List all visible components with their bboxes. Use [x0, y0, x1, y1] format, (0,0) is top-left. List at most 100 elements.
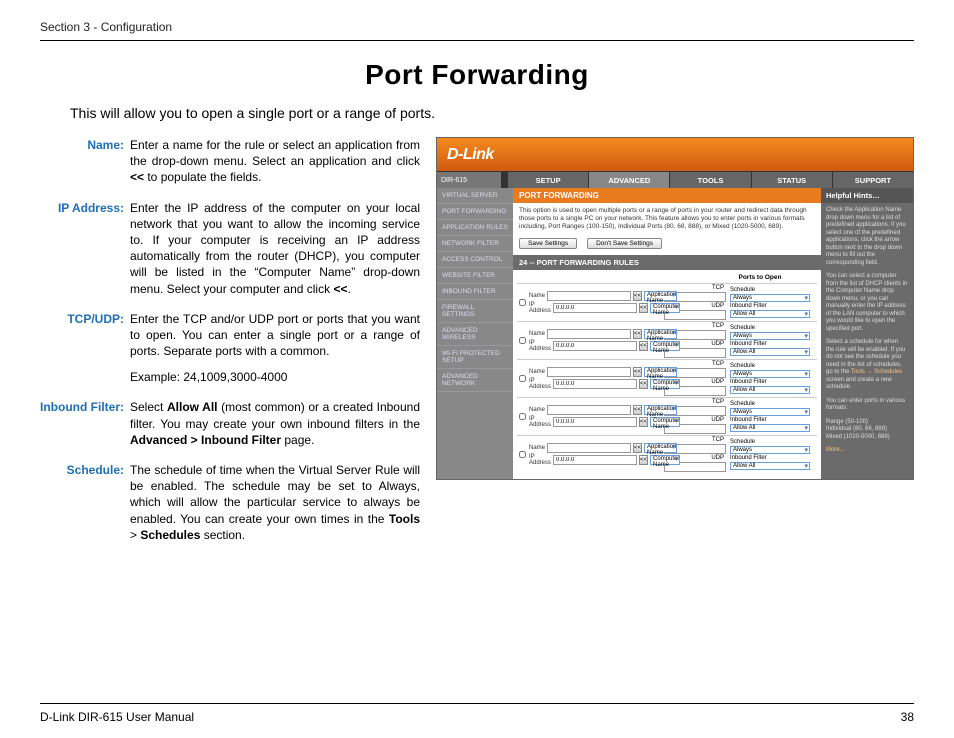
sidebar-item-inbound-filter[interactable]: INBOUND FILTER: [437, 284, 513, 300]
rule-enable-checkbox[interactable]: [519, 299, 526, 306]
rule-ip-input[interactable]: [553, 341, 637, 351]
rule-ip-input[interactable]: [553, 303, 637, 313]
sidebar-item-advanced-wireless[interactable]: ADVANCED WIRELESS: [437, 323, 513, 346]
comp-copy-button[interactable]: <<: [639, 455, 648, 465]
computer-name-select[interactable]: Computer Name: [650, 455, 680, 465]
application-name-select[interactable]: Application Name: [644, 329, 677, 339]
rule-ip-input[interactable]: [553, 455, 637, 465]
computer-name-select[interactable]: Computer Name: [650, 341, 680, 351]
ip-label: IP Address: [529, 378, 551, 390]
computer-name-select[interactable]: Computer Name: [650, 303, 680, 313]
ss-body: VIRTUAL SERVERPORT FORWARDINGAPPLICATION…: [437, 188, 913, 479]
rule-enable-checkbox[interactable]: [519, 451, 526, 458]
page-title: Port Forwarding: [40, 59, 914, 91]
application-name-select[interactable]: Application Name: [644, 367, 677, 377]
hints-p3: Select a schedule for when the rule will…: [826, 339, 908, 392]
save-settings-button[interactable]: Save Settings: [519, 238, 577, 249]
hints-p4: You can enter ports in various formats:: [826, 398, 908, 413]
inbound-filter-select[interactable]: Allow All: [730, 386, 810, 394]
page-footer: D-Link DIR-615 User Manual 38: [40, 703, 914, 724]
rule-row: Name<<Application NameIP Address<<Comput…: [517, 283, 817, 321]
rule-name-input[interactable]: [547, 405, 631, 415]
hints-body: Check the Application Name drop down men…: [821, 203, 913, 465]
inbound-filter-select[interactable]: Allow All: [730, 424, 810, 432]
rule-enable-checkbox[interactable]: [519, 375, 526, 382]
rule-name-input[interactable]: [547, 291, 631, 301]
rule-name-input[interactable]: [547, 443, 631, 453]
computer-name-select[interactable]: Computer Name: [650, 417, 680, 427]
schedule-select[interactable]: Always: [730, 332, 810, 340]
sidebar-item-virtual-server[interactable]: VIRTUAL SERVER: [437, 188, 513, 204]
schedule-select[interactable]: Always: [730, 370, 810, 378]
comp-copy-button[interactable]: <<: [639, 341, 648, 351]
sidebar-item-advanced-network[interactable]: ADVANCED NETWORK: [437, 369, 513, 392]
def-tcpudp-body: Enter the TCP and/or UDP port or ports t…: [130, 311, 420, 386]
hints-title: Helpful Hints…: [821, 188, 913, 203]
schedule-select[interactable]: Always: [730, 294, 810, 302]
tab-setup[interactable]: SETUP: [507, 172, 588, 188]
rule-ip-input[interactable]: [553, 379, 637, 389]
comp-copy-button[interactable]: <<: [639, 379, 648, 389]
panel-title: PORT FORWARDING: [513, 188, 821, 203]
name-label: Name: [529, 369, 545, 375]
sidebar-item-access-control[interactable]: ACCESS CONTROL: [437, 252, 513, 268]
def-name-body: Enter a name for the rule or select an a…: [130, 137, 420, 186]
inbound-filter-select[interactable]: Allow All: [730, 310, 810, 318]
router-screenshot: D-Link DIR-615 SETUPADVANCEDTOOLSSTATUSS…: [436, 137, 914, 480]
model-label: DIR-615: [437, 172, 507, 188]
sidebar-item-firewall-settings[interactable]: FIREWALL SETTINGS: [437, 300, 513, 323]
dlink-logo: D-Link: [447, 146, 494, 164]
application-name-select[interactable]: Application Name: [644, 405, 677, 415]
def-inbound-body: Select Allow All (most common) or a crea…: [130, 399, 420, 448]
ip-label: IP Address: [529, 340, 551, 352]
tab-support[interactable]: SUPPORT: [832, 172, 913, 188]
name-label: Name: [529, 331, 545, 337]
tools-schedules-link[interactable]: Tools → Schedules: [851, 369, 902, 375]
inbound-filter-select[interactable]: Allow All: [730, 348, 810, 356]
tab-tools[interactable]: TOOLS: [669, 172, 750, 188]
sidebar-item-application-rules[interactable]: APPLICATION RULES: [437, 220, 513, 236]
dont-save-settings-button[interactable]: Don't Save Settings: [587, 238, 662, 249]
rule-enable-checkbox[interactable]: [519, 413, 526, 420]
app-copy-button[interactable]: <<: [633, 405, 642, 415]
inbound-filter-label: Inbound Filter: [730, 379, 810, 385]
sidebar-item-website-filter[interactable]: WEBSITE FILTER: [437, 268, 513, 284]
def-schedule: Schedule: The schedule of time when the …: [40, 462, 420, 543]
ss-header: D-Link: [437, 138, 913, 172]
name-label: Name: [529, 407, 545, 413]
def-inbound-label: Inbound Filter:: [40, 399, 130, 448]
schedule-select[interactable]: Always: [730, 446, 810, 454]
def-schedule-body: The schedule of time when the Virtual Se…: [130, 462, 420, 543]
rule-enable-checkbox[interactable]: [519, 337, 526, 344]
sidebar-item-port-forwarding[interactable]: PORT FORWARDING: [437, 204, 513, 220]
sidebar-item-network-filter[interactable]: NETWORK FILTER: [437, 236, 513, 252]
tab-status[interactable]: STATUS: [751, 172, 832, 188]
app-copy-button[interactable]: <<: [633, 329, 642, 339]
rule-name-input[interactable]: [547, 367, 631, 377]
app-copy-button[interactable]: <<: [633, 443, 642, 453]
inbound-filter-select[interactable]: Allow All: [730, 462, 810, 470]
application-name-select[interactable]: Application Name: [644, 291, 677, 301]
definitions: Name: Enter a name for the rule or selec…: [40, 137, 420, 557]
rule-row: Name<<Application NameIP Address<<Comput…: [517, 321, 817, 359]
sidebar-item-wi-fi-protected-setup[interactable]: WI-FI PROTECTED SETUP: [437, 346, 513, 369]
computer-name-select[interactable]: Computer Name: [650, 379, 680, 389]
schedule-label: Schedule: [730, 439, 810, 445]
schedule-select[interactable]: Always: [730, 408, 810, 416]
hints-p1: Check the Application Name drop down men…: [826, 207, 908, 267]
ports-header: Ports to Open: [517, 272, 817, 283]
inbound-filter-label: Inbound Filter: [730, 341, 810, 347]
app-copy-button[interactable]: <<: [633, 367, 642, 377]
def-ip-body: Enter the IP address of the computer on …: [130, 200, 420, 297]
panel-desc: This option is used to open multiple por…: [513, 203, 821, 234]
rule-name-input[interactable]: [547, 329, 631, 339]
comp-copy-button[interactable]: <<: [639, 417, 648, 427]
rule-ip-input[interactable]: [553, 417, 637, 427]
application-name-select[interactable]: Application Name: [644, 443, 677, 453]
tab-advanced[interactable]: ADVANCED: [588, 172, 669, 188]
rules-title: 24 -- PORT FORWARDING RULES: [513, 255, 821, 270]
comp-copy-button[interactable]: <<: [639, 303, 648, 313]
more-link[interactable]: More…: [826, 447, 908, 455]
def-ip: IP Address: Enter the IP address of the …: [40, 200, 420, 297]
app-copy-button[interactable]: <<: [633, 291, 642, 301]
